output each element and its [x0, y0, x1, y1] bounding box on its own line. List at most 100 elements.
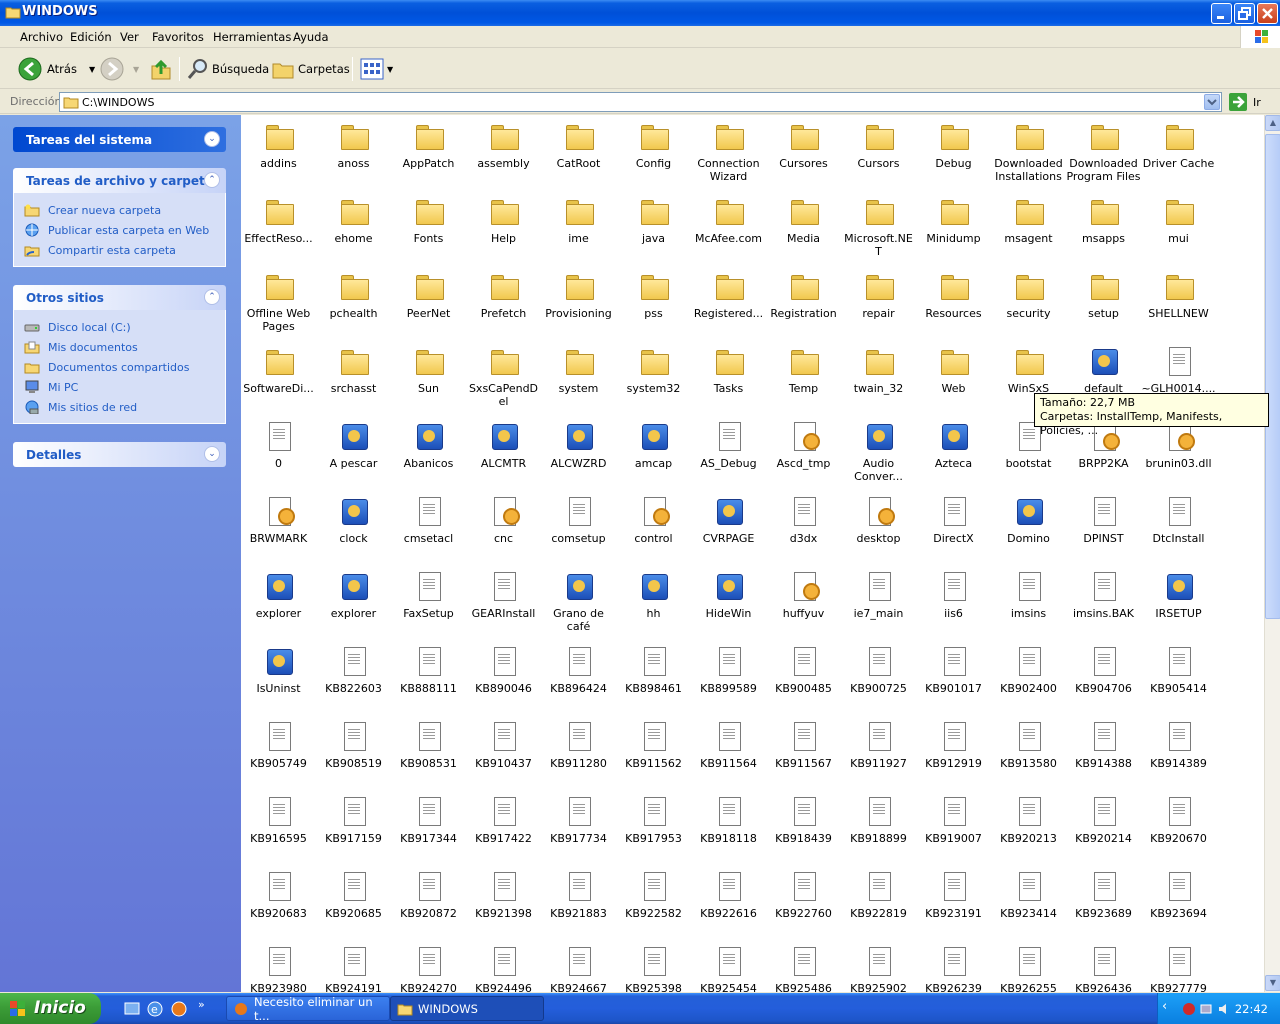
folder-item[interactable]: msagent — [991, 192, 1066, 267]
folder-item[interactable]: Media — [766, 192, 841, 267]
file-item[interactable]: KB923414 — [991, 867, 1066, 942]
folder-item[interactable]: Registration — [766, 267, 841, 342]
file-item[interactable]: Domino — [991, 492, 1066, 567]
chevron-down-icon[interactable]: ⌄ — [204, 131, 220, 147]
address-input[interactable]: C:\WINDOWS — [59, 92, 1222, 112]
folder-item[interactable]: Downloaded Installations — [991, 117, 1066, 192]
taskbar-item-firefox[interactable]: Necesito eliminar un t... — [226, 995, 390, 1023]
folder-item[interactable]: Driver Cache — [1141, 117, 1216, 192]
file-item[interactable]: KB914388 — [1066, 717, 1141, 792]
file-item[interactable]: KB926239 — [916, 942, 991, 992]
folder-item[interactable]: SHELLNEW — [1141, 267, 1216, 342]
file-item[interactable]: ALCWZRD — [541, 417, 616, 492]
file-item[interactable]: KB926436 — [1066, 942, 1141, 992]
folder-item[interactable]: Resources — [916, 267, 991, 342]
folder-item[interactable]: Sun — [391, 342, 466, 417]
file-item[interactable]: KB917159 — [316, 792, 391, 867]
folder-item[interactable]: Provisioning — [541, 267, 616, 342]
file-item[interactable]: HideWin — [691, 567, 766, 642]
folder-item[interactable]: anoss — [316, 117, 391, 192]
file-item[interactable]: ALCMTR — [466, 417, 541, 492]
folder-item[interactable]: Cursores — [766, 117, 841, 192]
file-item[interactable]: KB925454 — [691, 942, 766, 992]
file-item[interactable]: control — [616, 492, 691, 567]
folder-item[interactable]: srchasst — [316, 342, 391, 417]
file-item[interactable]: KB920683 — [241, 867, 316, 942]
file-item[interactable]: KB900485 — [766, 642, 841, 717]
folder-item[interactable]: AppPatch — [391, 117, 466, 192]
chevron-down-icon[interactable]: ⌄ — [204, 446, 220, 462]
title-bar[interactable]: WINDOWS — [0, 0, 1280, 26]
folder-item[interactable]: system32 — [616, 342, 691, 417]
task-new-folder[interactable]: Crear nueva carpeta — [14, 200, 225, 220]
folder-item[interactable]: Fonts — [391, 192, 466, 267]
details-header[interactable]: Detalles ⌄ — [13, 442, 226, 467]
views-button[interactable]: ▼ — [360, 56, 393, 82]
folder-item[interactable]: assembly — [466, 117, 541, 192]
file-item[interactable]: FaxSetup — [391, 567, 466, 642]
file-item[interactable]: KB910437 — [466, 717, 541, 792]
file-item[interactable]: KB911562 — [616, 717, 691, 792]
place-my-computer[interactable]: Mi PC — [14, 377, 225, 397]
file-item[interactable]: KB896424 — [541, 642, 616, 717]
file-item[interactable]: d3dx — [766, 492, 841, 567]
folder-item[interactable]: EffectReso... — [241, 192, 316, 267]
folder-item[interactable]: java — [616, 192, 691, 267]
chevron-down-icon[interactable]: ▼ — [387, 65, 393, 74]
file-item[interactable]: KB890046 — [466, 642, 541, 717]
folder-item[interactable]: Registered... — [691, 267, 766, 342]
file-item[interactable]: KB901017 — [916, 642, 991, 717]
show-desktop-icon[interactable] — [123, 1000, 141, 1018]
chevron-up-icon[interactable]: ⌃ — [204, 172, 220, 188]
file-item[interactable]: KB920872 — [391, 867, 466, 942]
file-item[interactable]: AS_Debug — [691, 417, 766, 492]
file-item[interactable]: KB899589 — [691, 642, 766, 717]
file-item[interactable]: KB920214 — [1066, 792, 1141, 867]
file-item[interactable]: KB822603 — [316, 642, 391, 717]
file-item[interactable]: KB925398 — [616, 942, 691, 992]
scroll-thumb[interactable] — [1265, 134, 1280, 619]
file-item[interactable]: IsUninst — [241, 642, 316, 717]
file-item[interactable]: iis6 — [916, 567, 991, 642]
folder-item[interactable]: pss — [616, 267, 691, 342]
file-item[interactable]: CVRPAGE — [691, 492, 766, 567]
file-item[interactable]: KB900725 — [841, 642, 916, 717]
file-item[interactable]: huffyuv — [766, 567, 841, 642]
file-item[interactable]: cmsetacl — [391, 492, 466, 567]
folder-item[interactable]: msapps — [1066, 192, 1141, 267]
menu-favoritos[interactable]: Favoritos — [152, 30, 204, 44]
file-item[interactable]: KB925902 — [841, 942, 916, 992]
close-button[interactable] — [1257, 3, 1278, 24]
folder-item[interactable]: Tasks — [691, 342, 766, 417]
file-item[interactable]: KB911564 — [691, 717, 766, 792]
go-button[interactable]: Ir — [1229, 93, 1261, 111]
folder-item[interactable]: security — [991, 267, 1066, 342]
file-item[interactable]: KB923980 — [241, 942, 316, 992]
folder-item[interactable]: SxsCaPendDel — [466, 342, 541, 417]
file-item[interactable]: DPINST — [1066, 492, 1141, 567]
chevron-down-icon[interactable]: ▼ — [89, 65, 95, 74]
folder-item[interactable]: Minidump — [916, 192, 991, 267]
file-item[interactable]: KB911280 — [541, 717, 616, 792]
folder-item[interactable]: Cursors — [841, 117, 916, 192]
file-item[interactable]: KB917344 — [391, 792, 466, 867]
file-item[interactable]: cnc — [466, 492, 541, 567]
chevron-down-icon[interactable]: ▼ — [133, 65, 139, 74]
file-item[interactable]: KB922819 — [841, 867, 916, 942]
folder-item[interactable]: system — [541, 342, 616, 417]
folder-item[interactable]: repair — [841, 267, 916, 342]
file-item[interactable]: imsins — [991, 567, 1066, 642]
file-item[interactable]: KB924667 — [541, 942, 616, 992]
folder-item[interactable]: Debug — [916, 117, 991, 192]
folder-item[interactable]: twain_32 — [841, 342, 916, 417]
chevron-up-icon[interactable]: ⌃ — [204, 289, 220, 305]
file-item[interactable]: KB908519 — [316, 717, 391, 792]
file-item[interactable]: KB905414 — [1141, 642, 1216, 717]
menu-archivo[interactable]: Archivo — [20, 30, 63, 44]
folder-item[interactable]: Web — [916, 342, 991, 417]
file-item[interactable]: KB921398 — [466, 867, 541, 942]
folder-item[interactable]: ime — [541, 192, 616, 267]
task-publish-web[interactable]: Publicar esta carpeta en Web — [14, 220, 225, 240]
scroll-up-button[interactable]: ▲ — [1265, 115, 1280, 131]
file-item[interactable]: Ascd_tmp — [766, 417, 841, 492]
